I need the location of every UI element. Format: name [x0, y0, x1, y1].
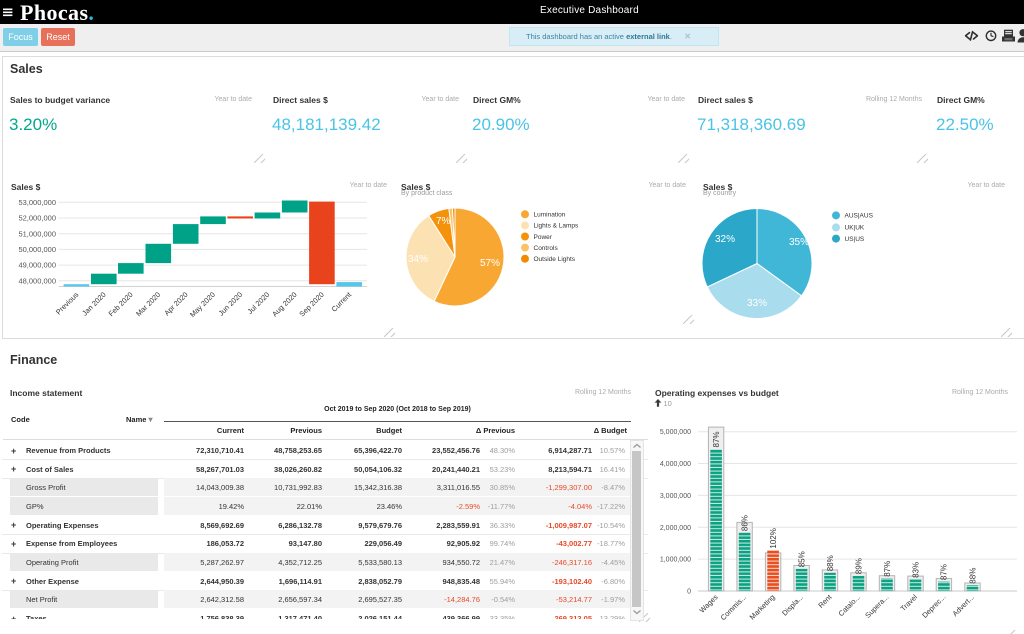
svg-text:Jun 2020: Jun 2020: [217, 290, 245, 318]
svg-text:UK|UK: UK|UK: [845, 225, 865, 232]
svg-text:Feb 2020: Feb 2020: [107, 290, 135, 318]
svg-text:Jan 2020: Jan 2020: [80, 290, 108, 318]
svg-text:57%: 57%: [480, 258, 500, 269]
svg-text:AUS|AUS: AUS|AUS: [845, 213, 874, 220]
svg-text:3,000,000: 3,000,000: [660, 493, 691, 500]
svg-text:87%: 87%: [712, 431, 721, 447]
svg-text:May 2020: May 2020: [188, 290, 217, 319]
svg-text:US|US: US|US: [845, 236, 865, 243]
svg-text:52,000,000: 52,000,000: [18, 214, 56, 223]
svg-text:89%: 89%: [854, 558, 863, 574]
svg-text:Controls: Controls: [534, 245, 559, 252]
svg-text:7%: 7%: [436, 216, 451, 227]
svg-text:Advert...: Advert...: [950, 593, 976, 619]
svg-text:83%: 83%: [911, 562, 920, 578]
svg-text:50,000,000: 50,000,000: [18, 245, 56, 254]
svg-text:5,000,000: 5,000,000: [660, 429, 691, 436]
svg-text:Travel: Travel: [898, 592, 919, 613]
svg-text:Supera...: Supera...: [863, 593, 890, 620]
svg-text:1,000,000: 1,000,000: [660, 557, 691, 564]
svg-text:Commis...: Commis...: [719, 593, 749, 623]
svg-text:Power: Power: [534, 234, 553, 241]
svg-text:88%: 88%: [968, 568, 977, 584]
svg-text:Current: Current: [330, 290, 354, 314]
svg-text:Wages: Wages: [697, 592, 719, 614]
svg-text:32%: 32%: [715, 234, 735, 245]
svg-text:35%: 35%: [789, 237, 809, 248]
svg-text:Lights & Lamps: Lights & Lamps: [534, 223, 580, 230]
svg-text:51,000,000: 51,000,000: [18, 229, 56, 238]
svg-text:Previous: Previous: [54, 290, 81, 317]
svg-text:49,000,000: 49,000,000: [18, 261, 56, 270]
svg-text:Catalo...: Catalo...: [836, 593, 862, 619]
svg-text:Displa...: Displa...: [780, 593, 805, 618]
svg-text:Aug 2020: Aug 2020: [270, 290, 298, 318]
svg-text:Mar 2020: Mar 2020: [134, 290, 162, 318]
svg-text:Lumination: Lumination: [534, 212, 566, 219]
svg-text:85%: 85%: [797, 551, 806, 567]
svg-text:0: 0: [687, 589, 691, 596]
svg-text:53,000,000: 53,000,000: [18, 198, 56, 207]
svg-text:87%: 87%: [883, 561, 892, 577]
svg-text:Outside Lights: Outside Lights: [534, 256, 576, 263]
svg-text:86%: 86%: [740, 515, 749, 531]
svg-text:88%: 88%: [826, 555, 835, 571]
svg-text:2,000,000: 2,000,000: [660, 525, 691, 532]
svg-text:34%: 34%: [408, 254, 428, 265]
svg-text:Jul 2020: Jul 2020: [245, 290, 271, 316]
svg-text:Deprec...: Deprec...: [920, 593, 947, 620]
svg-text:Apr 2020: Apr 2020: [162, 290, 189, 317]
svg-text:102%: 102%: [769, 528, 778, 548]
svg-text:4,000,000: 4,000,000: [660, 461, 691, 468]
svg-text:87%: 87%: [940, 564, 949, 580]
svg-text:Sep 2020: Sep 2020: [297, 290, 325, 318]
svg-text:33%: 33%: [747, 298, 767, 309]
svg-text:Marketing: Marketing: [748, 593, 777, 622]
svg-text:Rent: Rent: [816, 593, 833, 610]
svg-text:48,000,000: 48,000,000: [18, 276, 56, 285]
